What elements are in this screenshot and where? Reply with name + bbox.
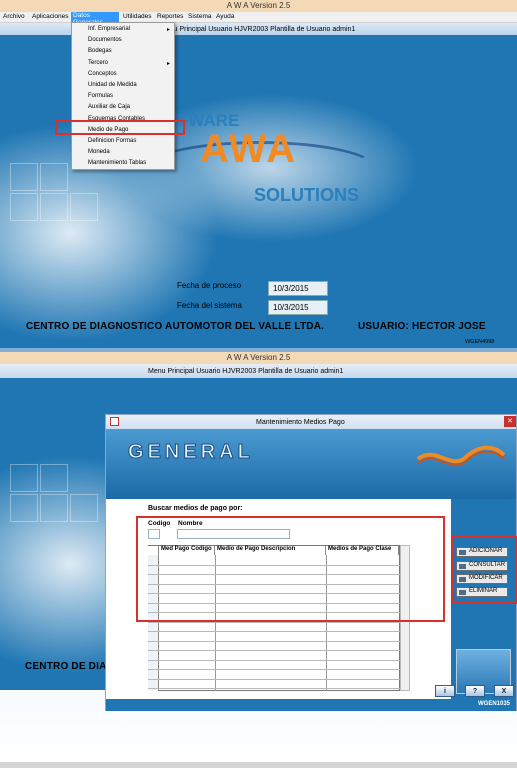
dropdown-item-definicion-formas[interactable]: Definicion Formas [88, 138, 136, 144]
dialog-titlebar: Mantenimiento Medios Pago ✕ [106, 415, 516, 429]
fecha-proceso-label: Fecha de proceso [177, 281, 242, 290]
dropdown-item-conceptos[interactable]: Conceptos [88, 71, 117, 77]
background-pane [70, 193, 98, 221]
table-row[interactable] [148, 669, 400, 670]
menu-utilidades[interactable]: Utilidades [123, 13, 152, 20]
table-row[interactable] [148, 688, 400, 689]
banner-general-text: GENERAL [128, 441, 254, 464]
logo-solutions-text: SOLUTIONS [254, 185, 360, 205]
table-row[interactable] [148, 659, 400, 661]
dialog-screen-code: WGEN1035 [477, 701, 510, 707]
dropdown-item-auxiliar-de-caja[interactable]: Auxiliar de Caja [88, 104, 130, 110]
help-icon: ? [472, 688, 478, 695]
dropdown-item-mantenimiento-tablas[interactable]: Mantenimiento Tablas [88, 160, 146, 166]
table-row[interactable] [148, 650, 400, 651]
submenu-arrow-icon: ▸ [166, 27, 170, 33]
company-name-partial: CENTRO DE DIA [25, 661, 107, 672]
fecha-sistema-label: Fecha del sistema [177, 301, 242, 310]
dialog-close-icon[interactable]: ✕ [504, 416, 516, 427]
dropdown-item-documentos[interactable]: Documentos [88, 37, 122, 43]
company-name: CENTRO DE DIAGNOSTICO AUTOMOTOR DEL VALL… [26, 321, 325, 332]
user-label: USUARIO: HECTOR JOSE [358, 321, 486, 332]
dialog-title: Mantenimiento Medios Pago [256, 419, 345, 426]
app-titlebar-2: A W A Version 2.5 [0, 352, 517, 364]
table-row[interactable] [148, 678, 400, 680]
submenu-arrow-icon: ▸ [166, 60, 170, 67]
table-row[interactable] [148, 640, 400, 642]
menu-aplicaciones[interactable]: Aplicaciones [32, 13, 69, 20]
highlight-medio-de-pago [55, 120, 185, 135]
fecha-proceso-value: 10/3/2015 [268, 281, 328, 296]
logo-awa: AWA [200, 127, 298, 171]
info-icon: i [444, 688, 446, 695]
app-titlebar: A W A Version 2.5 [0, 0, 517, 12]
menu-archivo[interactable]: Archivo [3, 13, 25, 20]
menu-datos-generales[interactable]: Datos Generales [71, 12, 119, 26]
table-row[interactable] [148, 631, 400, 632]
app-title-2: A W A Version 2.5 [226, 353, 291, 362]
background-pane [40, 494, 68, 522]
dialog-banner: GENERAL [106, 429, 516, 499]
background-pane [10, 193, 38, 221]
dropdown-item-inf-empresarial[interactable]: Inf. Empresarial [88, 26, 130, 32]
info-button[interactable]: i [435, 685, 455, 697]
dropdown-item-moneda[interactable]: Moneda [88, 149, 110, 155]
dialog-statusbar: WGEN1035 [106, 699, 516, 711]
dropdown-item-formulas[interactable]: Formulas [88, 93, 113, 99]
menu-sistema[interactable]: Sistema [188, 13, 211, 20]
background-pane [40, 193, 68, 221]
exit-button[interactable]: X [494, 685, 514, 697]
help-button[interactable]: ? [465, 685, 485, 697]
dropdown-item-bodegas[interactable]: Bodegas [88, 48, 112, 54]
background-pane [70, 494, 98, 522]
menu-reportes[interactable]: Reportes [157, 13, 183, 20]
dropdown-item-tercero[interactable]: Tercero [88, 60, 108, 66]
highlight-action-buttons [452, 536, 517, 604]
exit-icon: X [501, 688, 507, 695]
dialog-app-icon [110, 417, 119, 426]
menu-ayuda[interactable]: Ayuda [216, 13, 234, 20]
main-window-title: Menu Principal Usuario HJVR2003 Plantill… [160, 26, 356, 33]
dropdown-item-unidad-de-medida[interactable]: Unidad de Medida [88, 82, 137, 88]
background-pane [10, 163, 38, 191]
background-pane [10, 494, 38, 522]
main-window-2-titlebar: Menu Principal Usuario HJVR2003 Plantill… [0, 364, 517, 378]
highlight-search-grid [136, 516, 445, 622]
banner-logo-swoosh-icon [416, 445, 506, 467]
background-pane [10, 464, 38, 492]
background-pane [40, 464, 68, 492]
datos-generales-dropdown: Inf. Empresarial ▸ Documentos Bodegas Tercer… [71, 22, 175, 170]
search-title: Buscar medios de pago por: [148, 505, 243, 512]
background-pane [40, 163, 68, 191]
fecha-sistema-value: 10/3/2015 [268, 300, 328, 315]
taskbar [0, 762, 517, 768]
main-window-2-title: Menu Principal Usuario HJVR2003 Plantill… [148, 368, 344, 375]
app-title: A W A Version 2.5 [226, 1, 291, 10]
screen-code: WGEN4998 [465, 339, 495, 345]
